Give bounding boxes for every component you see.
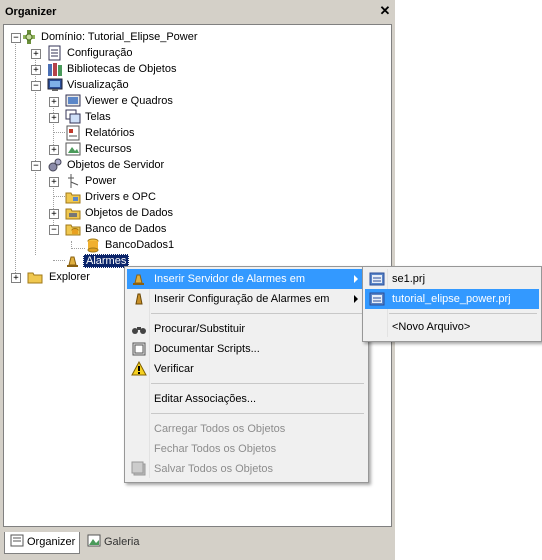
tree-item-bibliotecas[interactable]: Bibliotecas de Objetos — [65, 61, 178, 77]
tree-item-objetos-servidor[interactable]: Objetos de Servidor — [65, 157, 166, 173]
menu-item-editar[interactable]: Editar Associações... — [127, 389, 366, 409]
tree-item-drivers[interactable]: Drivers e OPC — [83, 189, 158, 205]
close-icon[interactable]: ✕ — [377, 3, 393, 19]
collapse-toggle[interactable]: − — [11, 33, 21, 43]
menu-item-procurar[interactable]: Procurar/Substituir — [127, 319, 366, 339]
tree-item-configuracao[interactable]: Configuração — [65, 45, 134, 61]
tree-item-explorer[interactable]: Explorer — [47, 269, 92, 285]
configuration-icon — [47, 45, 63, 61]
menu-item-fechar[interactable]: Fechar Todos os Objetos — [127, 439, 366, 459]
panel-title: Organizer — [5, 6, 57, 18]
expand-toggle[interactable]: + — [31, 49, 41, 59]
project-file-icon — [369, 271, 385, 287]
context-menu: Inserir Servidor de Alarmes em Inserir C… — [124, 266, 369, 483]
screens-icon — [65, 109, 81, 125]
menu-item-inserir-config[interactable]: Inserir Configuração de Alarmes em — [127, 289, 366, 309]
power-icon — [65, 173, 81, 189]
data-objects-icon — [65, 205, 81, 221]
panel-tabs: Organizer Galeria — [0, 527, 395, 560]
tab-galeria[interactable]: Galeria — [82, 532, 162, 553]
collapse-toggle[interactable]: − — [31, 161, 41, 171]
menu-item-verificar[interactable]: Verificar — [127, 359, 366, 379]
reports-icon — [65, 125, 81, 141]
menu-item-documentar[interactable]: Documentar Scripts... — [127, 339, 366, 359]
submenu-arrow-icon — [354, 275, 358, 283]
expand-toggle[interactable]: + — [31, 65, 41, 75]
expand-toggle[interactable]: + — [49, 209, 59, 219]
menu-item-salvar[interactable]: Salvar Todos os Objetos — [127, 459, 366, 479]
domain-icon — [21, 29, 37, 45]
tree-item-alarmes[interactable]: Alarmes — [83, 253, 130, 269]
expand-toggle[interactable]: + — [11, 273, 21, 283]
tree-item-visualizacao[interactable]: Visualização — [65, 77, 131, 93]
tree-item-recursos[interactable]: Recursos — [83, 141, 133, 157]
database-folder-icon — [65, 221, 81, 237]
submenu-arrow-icon — [354, 295, 358, 303]
alarm-config-icon — [131, 291, 147, 307]
tree-item-telas[interactable]: Telas — [83, 109, 113, 125]
submenu-item-se1[interactable]: se1.prj — [365, 269, 539, 289]
expand-toggle[interactable]: + — [49, 97, 59, 107]
tree-item-relatorios[interactable]: Relatórios — [83, 125, 137, 141]
tree-item-objetos-dados[interactable]: Objetos de Dados — [83, 205, 175, 221]
tree-item-domain[interactable]: Domínio: Tutorial_Elipse_Power — [39, 29, 200, 45]
menu-item-carregar[interactable]: Carregar Todos os Objetos — [127, 419, 366, 439]
submenu-item-novo-arquivo[interactable]: <Novo Arquivo> — [365, 317, 539, 337]
monitor-icon — [47, 77, 63, 93]
tab-organizer[interactable]: Organizer — [4, 532, 80, 554]
panel-titlebar: Organizer ✕ — [0, 0, 395, 24]
database-icon — [85, 237, 101, 253]
binoculars-icon — [131, 321, 147, 337]
tree-item-power[interactable]: Power — [83, 173, 118, 189]
tree-item-banco[interactable]: Banco de Dados — [83, 221, 168, 237]
explorer-folder-icon — [27, 269, 43, 285]
collapse-toggle[interactable]: − — [49, 225, 59, 235]
tree-item-viewer[interactable]: Viewer e Quadros — [83, 93, 175, 109]
submenu: se1.prj tutorial_elipse_power.prj <Novo … — [362, 266, 542, 342]
server-objects-icon — [47, 157, 63, 173]
drivers-icon — [65, 189, 81, 205]
alarm-icon — [65, 253, 81, 269]
menu-item-inserir-servidor[interactable]: Inserir Servidor de Alarmes em — [127, 269, 366, 289]
save-all-icon — [131, 461, 147, 477]
expand-toggle[interactable]: + — [49, 145, 59, 155]
document-scripts-icon — [131, 341, 147, 357]
viewer-icon — [65, 93, 81, 109]
submenu-item-tutorial[interactable]: tutorial_elipse_power.prj — [365, 289, 539, 309]
warning-icon — [131, 360, 147, 377]
collapse-toggle[interactable]: − — [31, 81, 41, 91]
library-icon — [47, 61, 63, 77]
tree-item-bancodados1[interactable]: BancoDados1 — [103, 237, 176, 253]
gallery-icon — [87, 534, 101, 547]
resources-icon — [65, 141, 81, 157]
expand-toggle[interactable]: + — [49, 113, 59, 123]
alarm-server-icon — [131, 271, 147, 287]
expand-toggle[interactable]: + — [49, 177, 59, 187]
organizer-icon — [10, 534, 24, 547]
project-file-icon — [369, 291, 385, 307]
